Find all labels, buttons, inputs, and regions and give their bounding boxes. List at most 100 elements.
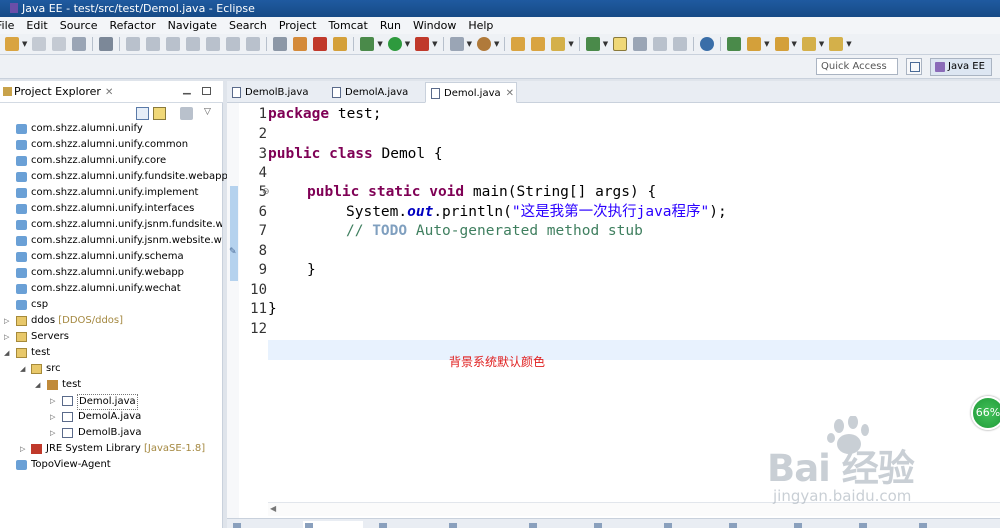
collapse-all-icon[interactable] <box>136 107 149 120</box>
menu-file[interactable]: File <box>0 17 20 34</box>
save-icon[interactable] <box>32 37 47 51</box>
new-server-icon[interactable] <box>449 37 464 51</box>
tab-demola-java[interactable]: DemolA.java <box>327 82 423 103</box>
new-server-dropdown-icon[interactable]: ▼ <box>467 40 472 48</box>
tab-problems[interactable] <box>592 521 652 528</box>
toggle-breadcrumb-icon[interactable] <box>99 37 114 51</box>
open-perspective-button[interactable] <box>906 58 922 75</box>
menu-source[interactable]: Source <box>54 17 104 34</box>
tab-snippets[interactable] <box>527 521 587 528</box>
run-icon[interactable] <box>387 37 402 51</box>
annotation-icon[interactable] <box>585 37 600 51</box>
use-step-filters-icon[interactable] <box>273 37 288 51</box>
scroll-left-icon[interactable]: ◀ <box>270 504 276 513</box>
block-selection-icon[interactable] <box>633 37 648 51</box>
tree-item[interactable]: com.shzz.alumni.unify.jsnm.website.webap… <box>0 233 222 249</box>
close-icon[interactable]: ✕ <box>105 87 113 98</box>
tomcat-start-icon[interactable] <box>293 37 308 51</box>
tab-demolb-java[interactable]: DemolB.java <box>227 82 325 103</box>
menu-window[interactable]: Window <box>407 17 462 34</box>
word-wrap-icon[interactable] <box>653 37 668 51</box>
window-title: Java EE - test/src/test/Demol.java - Ecl… <box>22 2 255 15</box>
show-whitespace-icon[interactable] <box>673 37 688 51</box>
menu-navigate[interactable]: Navigate <box>162 17 223 34</box>
run-dropdown-icon[interactable]: ▼ <box>405 40 410 48</box>
tab-data-source[interactable] <box>447 521 507 528</box>
forward-icon[interactable] <box>829 37 844 51</box>
focus-icon[interactable] <box>180 107 193 120</box>
tab-markers[interactable] <box>231 521 291 528</box>
next-annotation-icon[interactable] <box>727 37 742 51</box>
server-icon[interactable] <box>360 37 375 51</box>
terminate-icon[interactable] <box>166 37 181 51</box>
menu-project[interactable]: Project <box>273 17 323 34</box>
external-tools-icon[interactable] <box>415 37 430 51</box>
server-dropdown-icon[interactable]: ▼ <box>377 40 382 48</box>
prev-annotation-dropdown-icon[interactable]: ▼ <box>764 40 769 48</box>
new-icon[interactable] <box>5 37 19 51</box>
console-icon <box>379 523 387 528</box>
web-browser-icon[interactable] <box>700 37 715 51</box>
step-over-icon[interactable] <box>226 37 241 51</box>
menu-search[interactable]: Search <box>223 17 273 34</box>
expand-icon[interactable]: ▷ <box>20 441 28 457</box>
toolbar-separator <box>693 37 695 51</box>
suspend-icon[interactable] <box>146 37 161 51</box>
quick-access-input[interactable]: Quick Access <box>816 58 898 75</box>
collapse-icon[interactable]: ◢ <box>20 361 28 377</box>
expand-icon[interactable]: ▷ <box>4 329 12 345</box>
java-file-icon <box>62 412 73 422</box>
print-icon[interactable] <box>72 37 87 51</box>
search-dropdown-icon[interactable]: ▼ <box>568 40 573 48</box>
menu-help[interactable]: Help <box>462 17 499 34</box>
menu-tomcat[interactable]: Tomcat <box>322 17 373 34</box>
link-with-editor-icon[interactable] <box>153 107 166 120</box>
perspective-java-ee-button[interactable]: Java EE <box>930 58 992 76</box>
folder-icon <box>16 332 27 342</box>
tab-servers[interactable] <box>303 521 363 528</box>
search-icon[interactable] <box>551 37 566 51</box>
external-tools-dropdown-icon[interactable]: ▼ <box>432 40 437 48</box>
collapse-icon[interactable]: ◢ <box>35 377 43 393</box>
forward-dropdown-icon[interactable]: ▼ <box>846 40 851 48</box>
open-type-icon[interactable] <box>511 37 526 51</box>
tab-progress[interactable] <box>662 521 722 528</box>
last-edit-dropdown-icon[interactable]: ▼ <box>792 40 797 48</box>
step-into-icon[interactable] <box>206 37 221 51</box>
disconnect-icon[interactable] <box>186 37 201 51</box>
tab-demol-java[interactable]: Demol.java ✕ <box>425 82 517 103</box>
resume-icon[interactable] <box>126 37 141 51</box>
maximize-view-icon[interactable] <box>202 87 211 95</box>
tree-item[interactable]: com.shzz.alumni.unify.jsnm.fundsite.weba… <box>0 217 222 233</box>
expand-icon[interactable]: ▷ <box>50 393 58 409</box>
save-all-icon[interactable] <box>52 37 67 51</box>
new-java-class-icon[interactable] <box>476 37 491 51</box>
minimize-view-icon[interactable]: ▁ <box>183 84 193 98</box>
menu-edit[interactable]: Edit <box>20 17 53 34</box>
tomcat-stop-icon[interactable] <box>313 37 328 51</box>
back-dropdown-icon[interactable]: ▼ <box>819 40 824 48</box>
fold-icon[interactable]: ⊖ <box>262 187 270 197</box>
step-return-icon[interactable] <box>246 37 261 51</box>
expand-icon[interactable]: ▷ <box>50 409 58 425</box>
close-icon[interactable]: ✕ <box>506 88 514 99</box>
view-menu-icon[interactable]: ▽ <box>204 107 217 120</box>
back-icon[interactable] <box>801 37 816 51</box>
new-java-class-dropdown-icon[interactable]: ▼ <box>494 40 499 48</box>
prev-annotation-icon[interactable] <box>747 37 762 51</box>
expand-icon[interactable]: ▷ <box>4 313 12 329</box>
open-task-icon[interactable] <box>531 37 546 51</box>
menu-run[interactable]: Run <box>374 17 407 34</box>
new-dropdown-icon[interactable]: ▼ <box>22 40 27 48</box>
tab-console[interactable] <box>377 521 437 528</box>
mark-occurrences-icon[interactable] <box>613 37 628 51</box>
annotation-dropdown-icon[interactable]: ▼ <box>603 40 608 48</box>
collapse-icon[interactable]: ◢ <box>4 345 12 361</box>
expand-icon[interactable]: ▷ <box>50 425 58 441</box>
last-edit-location-icon[interactable] <box>774 37 789 51</box>
project-explorer-title: Project Explorer <box>14 85 101 98</box>
menu-refactor[interactable]: Refactor <box>104 17 162 34</box>
line-number: 6 <box>258 204 267 220</box>
tomcat-restart-icon[interactable] <box>333 37 348 51</box>
current-line-highlight <box>268 340 1000 360</box>
